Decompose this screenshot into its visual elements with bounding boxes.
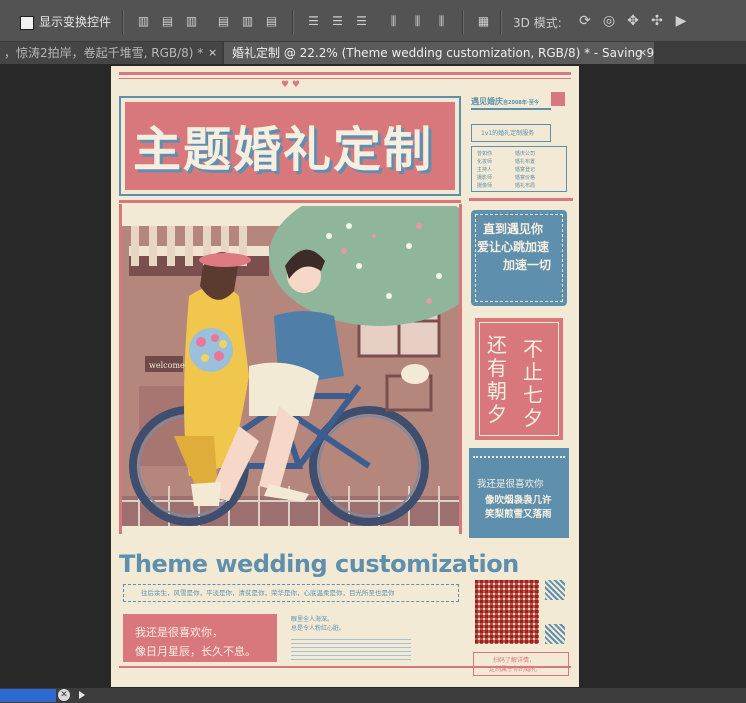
top-border-line [119,72,571,75]
align-bottom-icon[interactable]: ▥ [184,14,199,29]
document-tab-1[interactable]: ，惊涛2拍岸，卷起千堆雪, RGB/8) * × [0,42,222,64]
side-blue-line3: 加速一切 [503,258,552,272]
auto-align-icon[interactable]: ▦ [476,14,491,29]
toolbar-separator [462,10,464,34]
tab-close-icon[interactable]: × [208,42,217,64]
zoom-field[interactable] [0,689,56,702]
qr-caption-2: 定制属于你的婚礼 [489,666,538,673]
mode-3d-label: 3D 模式: [513,16,562,30]
divider-line [119,200,461,203]
side-rose-col2: 不止七夕 [523,337,543,430]
bicycle-couple-illustration: welcome [119,206,461,526]
tab-close-icon[interactable]: × [638,42,647,64]
couple-illustration: welcome [119,206,461,526]
bottom-right-line1: 眼里全人海深。 [291,616,334,623]
close-icon[interactable]: ✕ [58,689,70,701]
show-transform-checkbox[interactable] [20,16,34,30]
frame-line-right [459,204,462,534]
align-hcenter-icon[interactable]: ▥ [240,14,255,29]
service-text: 1v1的婚礼定制服务 [481,130,535,137]
align-top-icon[interactable]: ▥ [136,14,151,29]
heart-icon: ♥ ♥ [281,80,300,90]
tab-title: ，惊涛2拍岸，卷起千堆雪, RGB/8) * [4,46,204,60]
decor-line [471,108,551,110]
document-tab-bar: ，惊涛2拍岸，卷起千堆雪, RGB/8) * × 婚礼定制 @ 22.2% (T… [0,42,746,64]
play-arrow-icon[interactable] [79,691,85,699]
toolbar-separator [292,10,294,34]
decor-stripes [545,580,565,600]
document-tab-2-active[interactable]: 婚礼定制 @ 22.2% (Theme wedding customizatio… [224,42,654,64]
toolbar-separator [122,10,124,34]
bottom-right-line2: 总是令人粉红心脏。 [291,625,346,632]
distribute-bottom-icon[interactable]: ☰ [354,14,369,29]
poster-title: 主题婚礼定制 [133,122,434,178]
toolbar-separator [500,10,502,34]
roll-3d-icon[interactable]: ◎ [600,12,618,30]
tab-title: 婚礼定制 @ 22.2% (Theme wedding customizatio… [232,46,654,60]
ring-binding [473,456,565,460]
shop-sign-text: welcome [149,361,185,370]
side-blue2-line2: 像吹烟袅袅几许 [485,495,552,506]
distribute-vcenter-icon[interactable]: ☰ [330,14,345,29]
distribute-top-icon[interactable]: ☰ [306,14,321,29]
side-blue-line2: 爱让心跳加速 [477,240,550,254]
distribute-left-icon[interactable]: ⫼ [386,14,401,29]
divider-line [469,198,573,201]
qr-caption-1: 扫码了解详情， [493,657,536,664]
status-bar: ✕ [0,688,746,703]
decor-stripes [545,624,565,644]
show-transform-label: 显示变换控件 [39,15,112,29]
side-blue-line1: 直到遇见你 [483,222,544,236]
distribute-right-icon[interactable]: ⫼ [434,14,449,29]
top-border-line [119,78,571,79]
options-bar: 显示变换控件 ▥ ▤ ▥ ▤ ▥ ▤ ☰ ☰ ☰ ⫼ ⫼ ⫼ ▦ 3D 模式: … [0,0,746,42]
bottom-pink-line1: 我还是很喜欢你， [135,626,223,639]
poster-canvas: ♥ ♥ 主题婚礼定制 遇见婚庆自2008年·至今 1v1的婚礼定制服务 曾如你化… [111,66,579,687]
english-title: Theme wedding customization [119,550,519,578]
align-left-icon[interactable]: ▤ [216,14,231,29]
slide-3d-icon[interactable]: ✣ [648,12,666,30]
qr-code[interactable] [475,580,539,644]
bottom-pink-line2: 像日月星辰，长久不息。 [135,645,256,658]
side-rose-col1: 还有朝夕 [487,333,507,426]
rotate-3d-icon[interactable]: ⟳ [576,12,594,30]
distribute-hcenter-icon[interactable]: ⫼ [410,14,425,29]
service-list-right: 婚庆公司 婚礼布置 婚宴登记 婚宴价格 婚礼布局 [515,151,536,189]
side-blue2-line3: 笑梨煎雪又落雨 [485,509,552,520]
decor-square [551,92,565,106]
fine-print-lines [291,636,411,660]
side-heading: 遇见婚庆自2008年·至今 [471,97,539,106]
side-blue2-line1: 我还是很喜欢你 [477,479,544,490]
pan-3d-icon[interactable]: ✥ [624,12,642,30]
dashed-quote-text: 往后余生，风雪是你，平淡是你，清贫是你，荣华是你，心底温柔是你，目光所至也是你 [141,589,395,597]
align-vcenter-icon[interactable]: ▤ [160,14,175,29]
service-list-left: 曾如你 化妆师 主持人 摄影师 摄像师 [477,151,493,189]
frame-line-left [119,204,122,534]
align-right-icon[interactable]: ▤ [264,14,279,29]
camera-3d-icon[interactable]: ▶ [672,12,690,30]
